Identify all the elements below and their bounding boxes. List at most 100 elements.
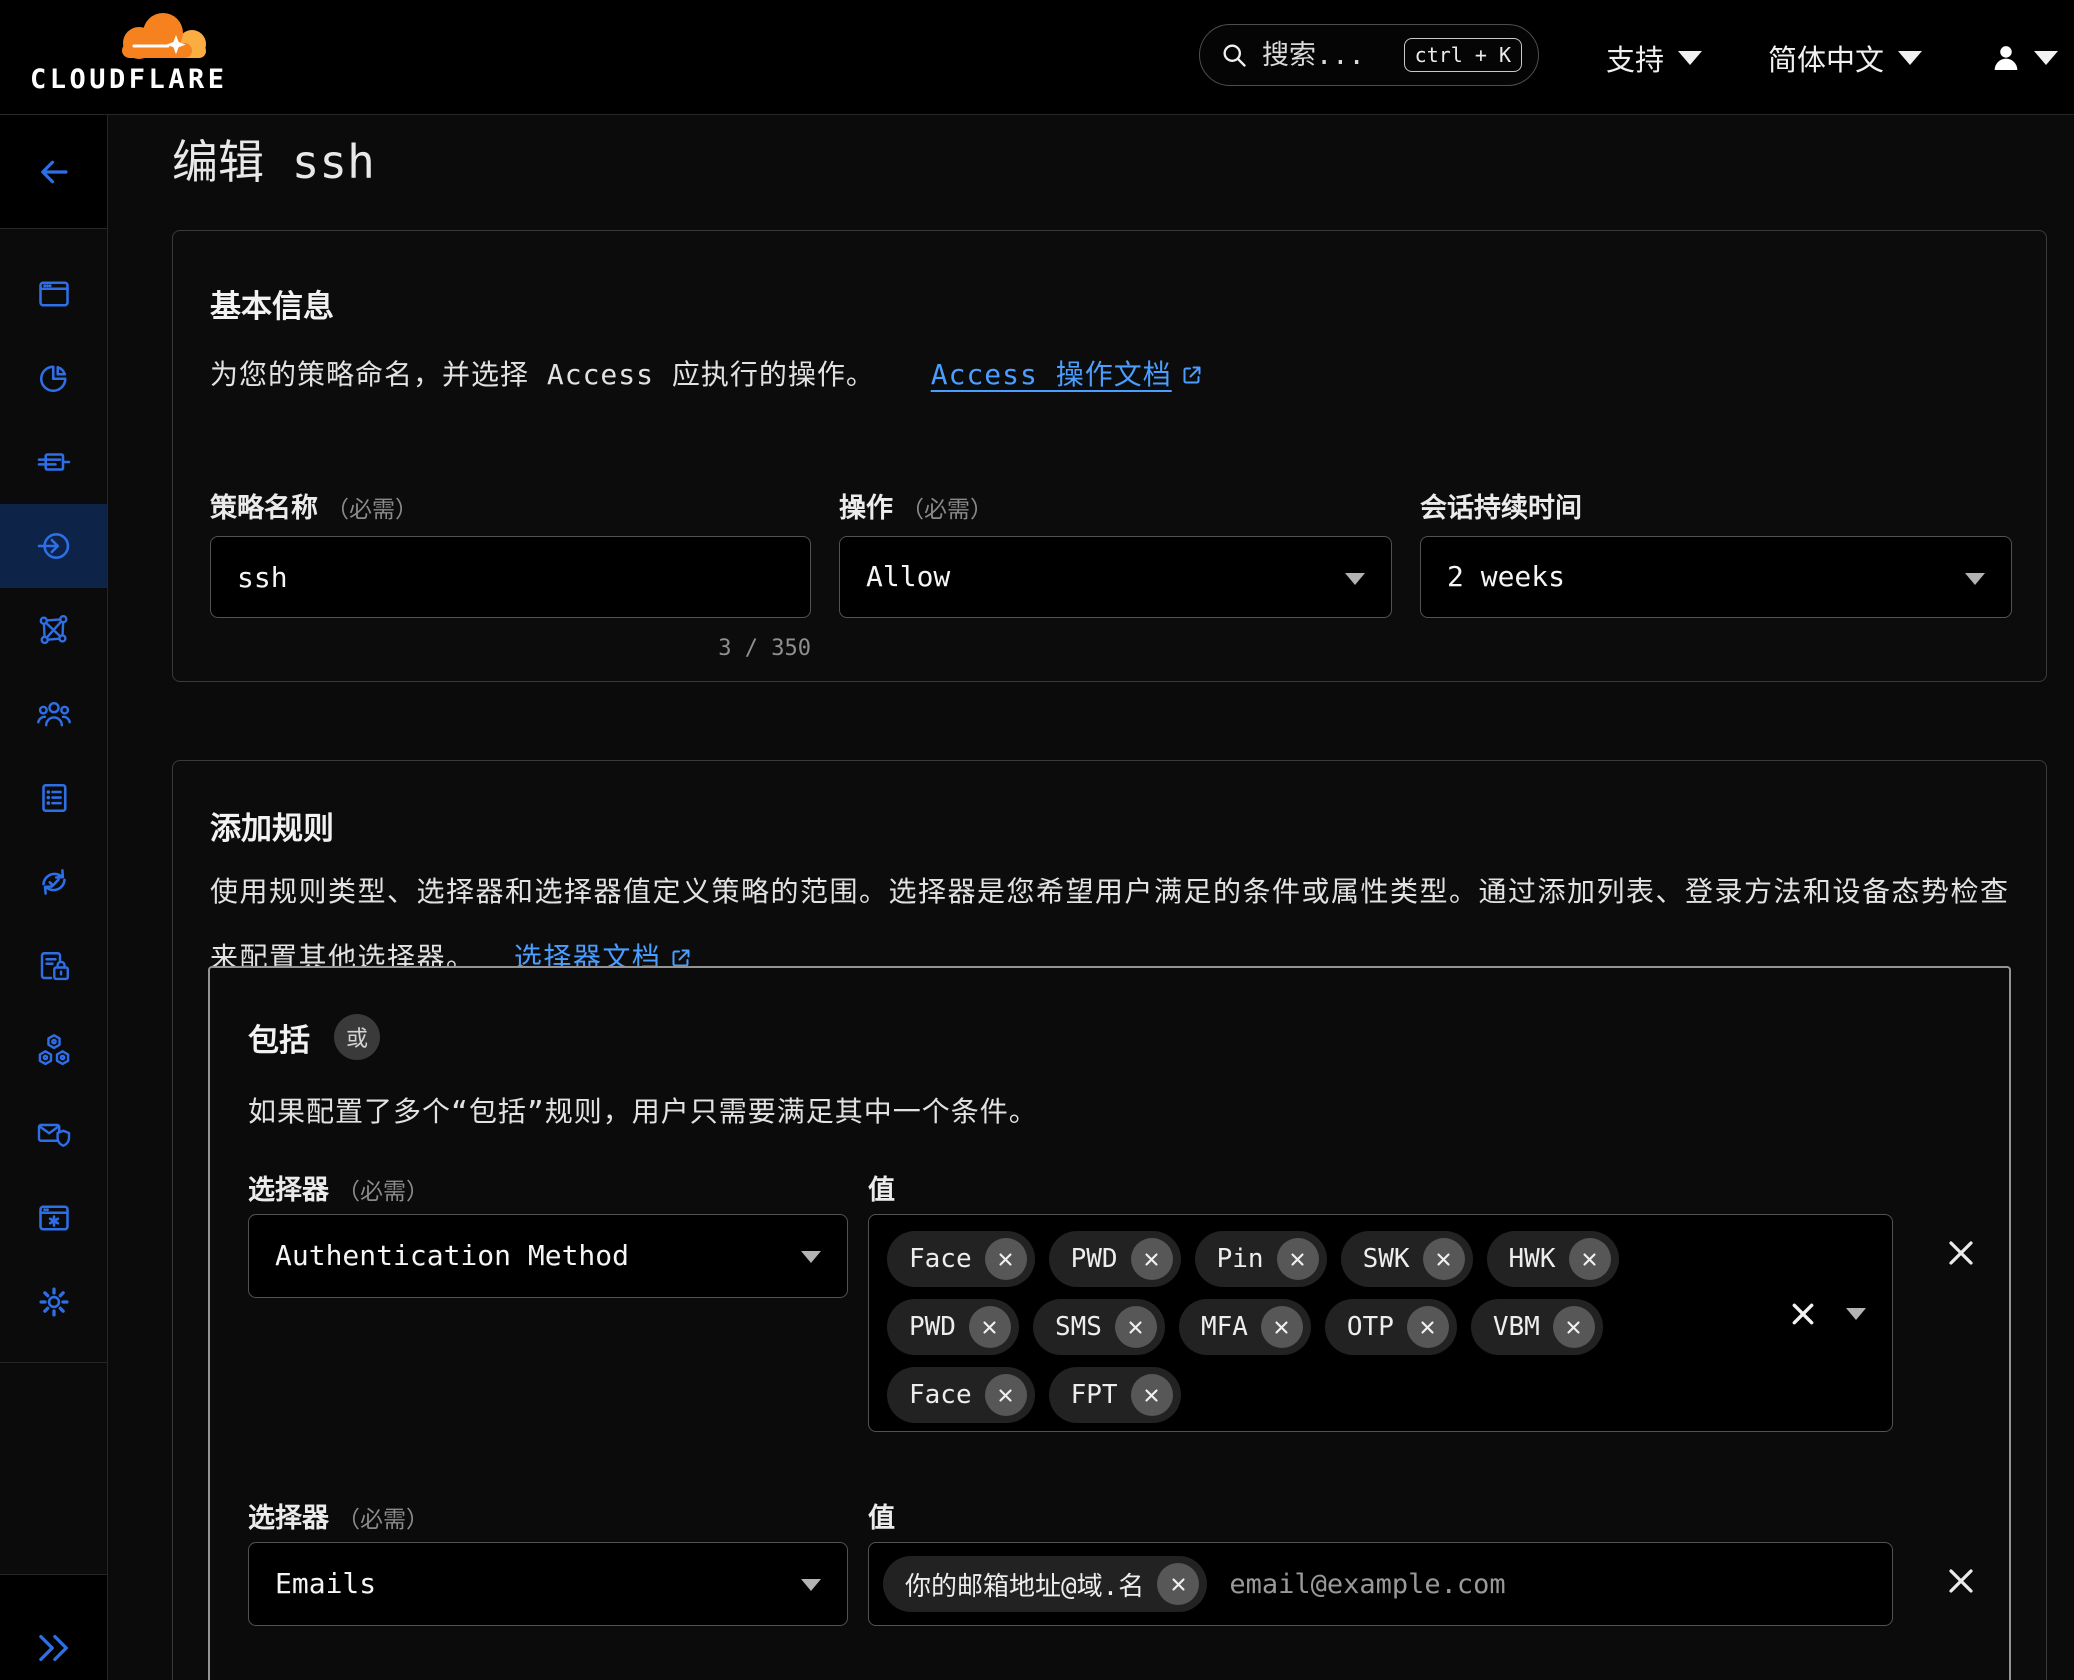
selector-select-emails[interactable]: Emails xyxy=(248,1542,848,1626)
gear-icon xyxy=(36,1284,72,1320)
network-mesh-icon xyxy=(36,612,72,648)
rule-row-auth-method: 选择器（必需） 值 Authentication Method Face PWD… xyxy=(248,1168,2009,1432)
basic-info-description: 为您的策略命名，并选择 Access 应执行的操作。 Access 操作文档 xyxy=(210,353,1204,393)
external-link-icon xyxy=(1180,363,1204,387)
sidebar-item-settings[interactable] xyxy=(0,1260,107,1344)
close-icon xyxy=(1566,1320,1581,1335)
sidebar-item-logs[interactable] xyxy=(0,756,107,840)
document-lock-icon xyxy=(36,948,72,984)
global-search[interactable]: ctrl + K xyxy=(1199,24,1539,86)
value-label: 值 xyxy=(868,1503,895,1534)
access-login-icon xyxy=(36,528,72,564)
cloudflare-logo[interactable]: CLOUDFLARE xyxy=(30,6,228,95)
support-menu[interactable]: 支持 xyxy=(1606,0,1702,115)
close-icon xyxy=(1144,1388,1159,1403)
remove-tag-button[interactable] xyxy=(1569,1238,1611,1280)
email-input[interactable] xyxy=(1229,1569,1876,1600)
auth-method-values-multiselect[interactable]: Face PWD Pin SWK HWK PWD SMS MFA OTP VBM… xyxy=(868,1214,1893,1432)
session-duration-field: 会话持续时间 2 weeks xyxy=(1420,486,2012,661)
session-duration-select[interactable]: 2 weeks xyxy=(1420,536,2012,618)
remove-tag-button[interactable] xyxy=(1407,1306,1449,1348)
language-menu[interactable]: 简体中文 xyxy=(1768,0,1922,115)
search-input[interactable] xyxy=(1262,40,1390,71)
required-hint: （必需） xyxy=(901,497,993,523)
sidebar-item-posture[interactable] xyxy=(0,840,107,924)
account-menu[interactable] xyxy=(1990,0,2058,115)
sidebar-nav xyxy=(0,229,107,1344)
value-tag: OTP xyxy=(1325,1299,1457,1355)
chevron-down-icon xyxy=(801,1579,821,1591)
basic-info-fields: 策略名称（必需） 3 / 350 操作（必需） Allow 会话持续时间 xyxy=(210,486,2012,661)
required-hint: （必需） xyxy=(337,1507,429,1533)
value-tag: MFA xyxy=(1179,1299,1311,1355)
chevron-down-icon xyxy=(801,1251,821,1263)
remove-tag-button[interactable] xyxy=(1157,1563,1199,1605)
selector-select-auth-method[interactable]: Authentication Method xyxy=(248,1214,848,1298)
chevron-down-icon[interactable] xyxy=(1846,1308,1866,1320)
back-button[interactable] xyxy=(0,115,107,229)
email-shield-icon xyxy=(36,1116,72,1152)
access-action-doc-link[interactable]: Access 操作文档 xyxy=(931,358,1204,391)
brand-wordmark: CLOUDFLARE xyxy=(30,64,228,95)
action-field: 操作 （必需） Allow xyxy=(839,486,1392,661)
value-tag: SWK xyxy=(1341,1231,1473,1287)
sidebar-item-dashboard[interactable] xyxy=(0,252,107,336)
emails-values-input[interactable]: 你的邮箱地址@域.名 xyxy=(868,1542,1893,1626)
add-rules-card: 添加规则 使用规则类型、选择器和选择器值定义策略的范围。选择器是您希望用户满足的… xyxy=(172,760,2047,1680)
browser-asterisk-icon xyxy=(36,1200,72,1236)
close-icon xyxy=(998,1388,1013,1403)
expand-chevrons-icon[interactable] xyxy=(33,1627,75,1669)
remove-tag-button[interactable] xyxy=(1423,1238,1465,1280)
selector-label: 选择器 xyxy=(248,1175,329,1206)
sidebar-item-gateway[interactable] xyxy=(0,420,107,504)
sidebar-item-network[interactable] xyxy=(0,588,107,672)
sidebar-item-access-active[interactable] xyxy=(0,504,107,588)
remove-rule-button[interactable] xyxy=(1946,1566,1976,1596)
required-hint: （必需） xyxy=(326,497,418,523)
sidebar-item-policies[interactable] xyxy=(0,924,107,1008)
sidebar-item-analytics[interactable] xyxy=(0,336,107,420)
remove-tag-button[interactable] xyxy=(1553,1306,1595,1348)
chevron-down-icon xyxy=(2034,51,2058,65)
tag-list: Face PWD Pin SWK HWK PWD SMS MFA OTP VBM… xyxy=(887,1231,1742,1423)
remove-tag-button[interactable] xyxy=(969,1306,1011,1348)
policy-name-field: 策略名称（必需） 3 / 350 xyxy=(210,486,811,661)
remove-tag-button[interactable] xyxy=(1131,1238,1173,1280)
value-tag: FPT xyxy=(1049,1367,1181,1423)
policy-name-label: 策略名称 xyxy=(210,493,318,524)
close-icon xyxy=(1946,1238,1976,1268)
close-icon xyxy=(1420,1320,1435,1335)
sidebar-item-browser-isolation[interactable] xyxy=(0,1176,107,1260)
remove-rule-button[interactable] xyxy=(1946,1238,1976,1268)
remove-tag-button[interactable] xyxy=(985,1374,1027,1416)
close-icon xyxy=(1171,1577,1186,1592)
remove-tag-button[interactable] xyxy=(1261,1306,1303,1348)
or-badge: 或 xyxy=(334,1014,380,1060)
close-icon xyxy=(1290,1252,1305,1267)
sidebar-item-team[interactable] xyxy=(0,672,107,756)
value-tag: PWD xyxy=(1049,1231,1181,1287)
remove-tag-button[interactable] xyxy=(1131,1374,1173,1416)
basic-info-heading: 基本信息 xyxy=(210,281,334,326)
remove-tag-button[interactable] xyxy=(985,1238,1027,1280)
include-heading: 包括 xyxy=(248,1015,310,1060)
sidebar-item-email-security[interactable] xyxy=(0,1092,107,1176)
session-duration-label: 会话持续时间 xyxy=(1420,493,1582,524)
clear-all-values-button[interactable] xyxy=(1790,1301,1816,1327)
action-label: 操作 xyxy=(839,493,893,524)
close-icon xyxy=(1582,1252,1597,1267)
dashboard-window-icon xyxy=(36,276,72,312)
remove-tag-button[interactable] xyxy=(1115,1306,1157,1348)
close-icon xyxy=(1790,1301,1816,1327)
page-title: 编辑 ssh xyxy=(172,126,375,192)
rule-row-emails: 选择器（必需） 值 Emails 你的邮箱地址@域.名 xyxy=(248,1496,2009,1626)
close-icon xyxy=(998,1252,1013,1267)
remove-tag-button[interactable] xyxy=(1277,1238,1319,1280)
user-icon xyxy=(1990,42,2022,74)
sidebar-item-clusters[interactable] xyxy=(0,1008,107,1092)
back-arrow-icon xyxy=(36,154,72,190)
value-tag: SMS xyxy=(1033,1299,1165,1355)
value-tag: Pin xyxy=(1195,1231,1327,1287)
policy-name-input[interactable] xyxy=(210,536,811,618)
action-select[interactable]: Allow xyxy=(839,536,1392,618)
